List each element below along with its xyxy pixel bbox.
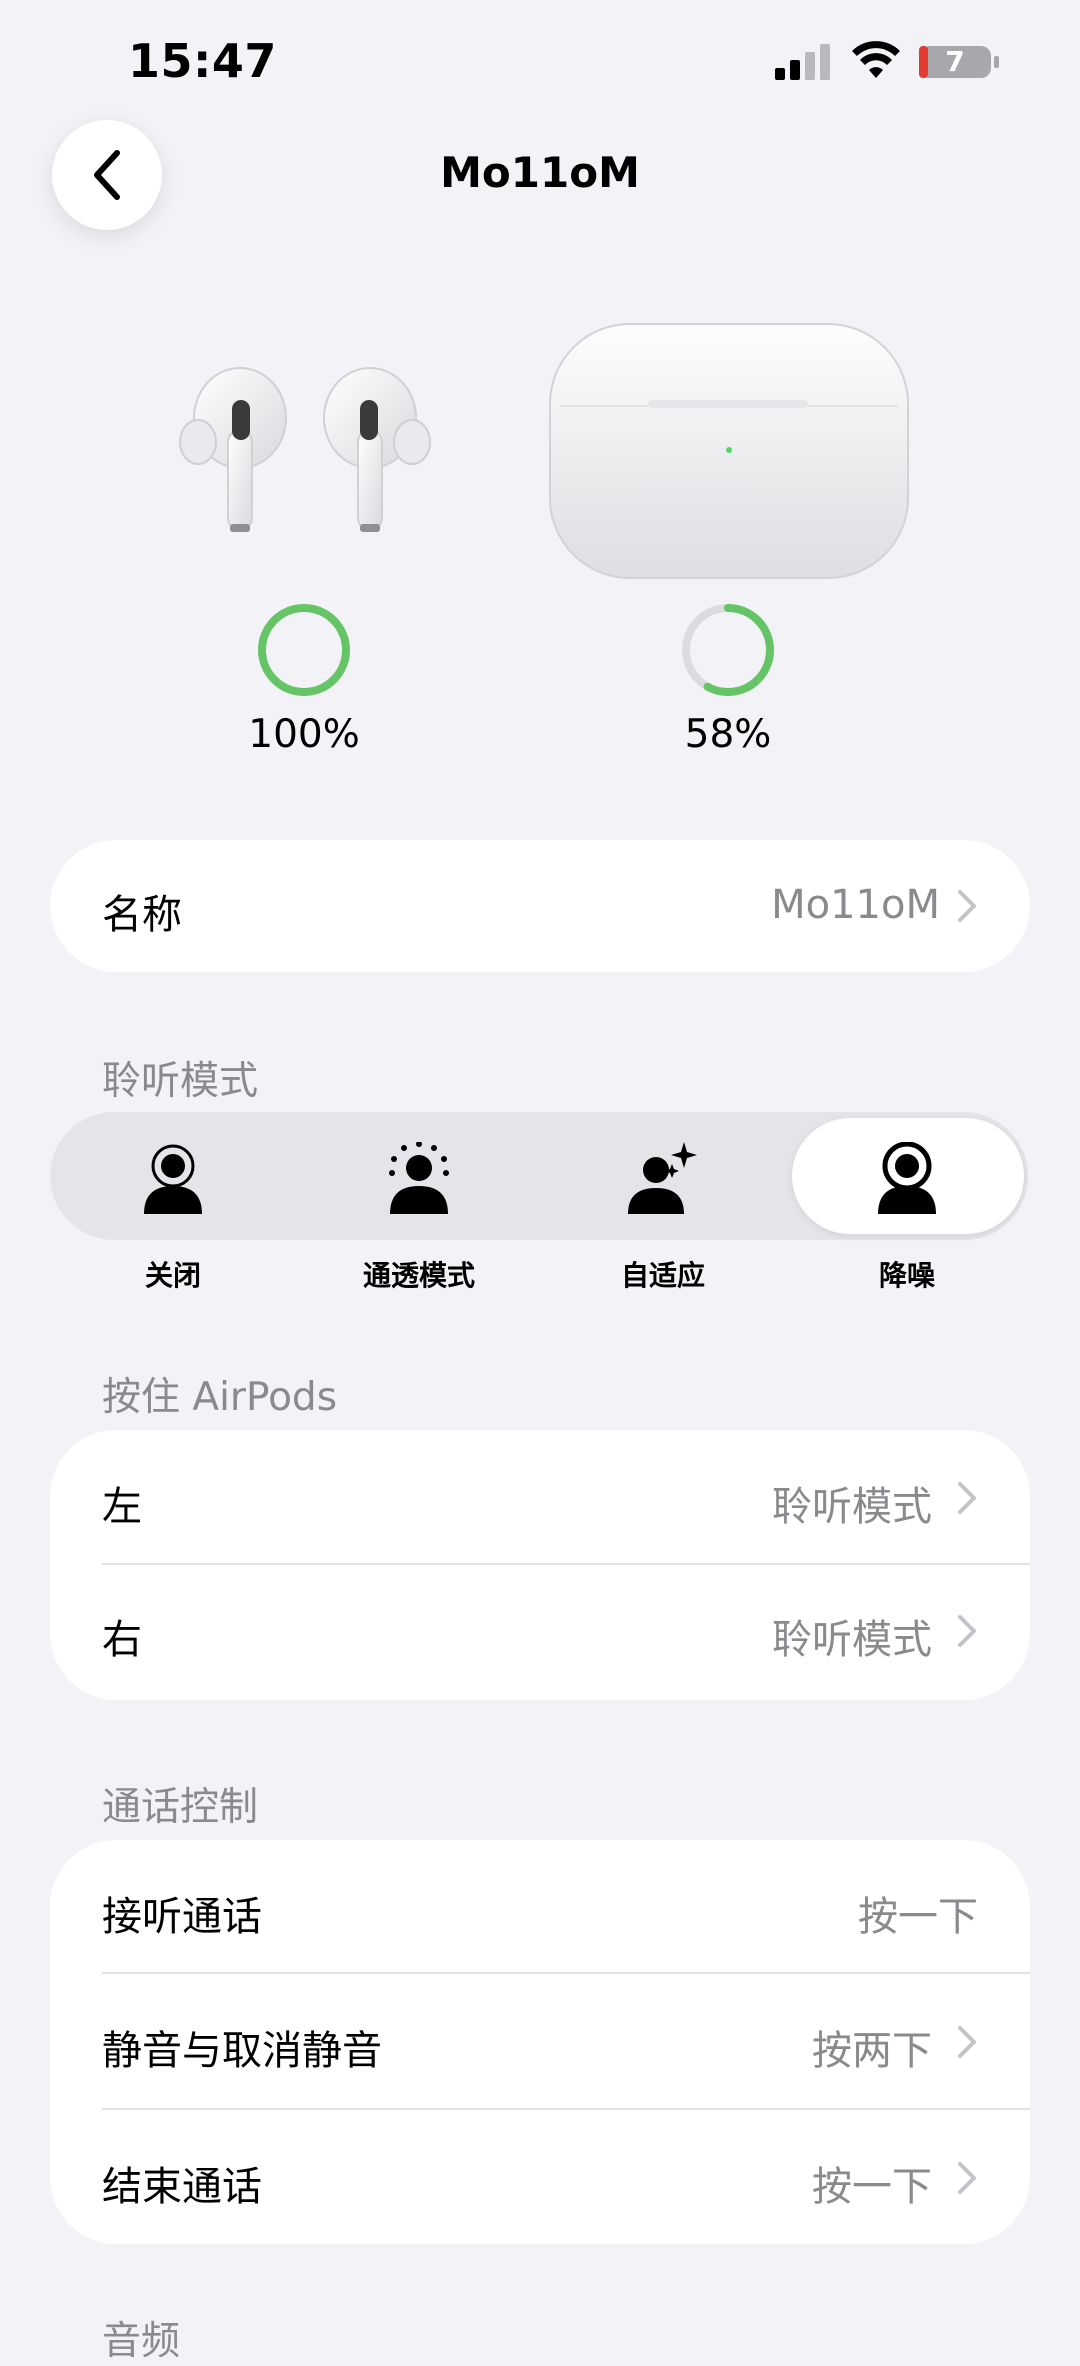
listening-mode-option-noise-cancellation[interactable]: 降噪 bbox=[804, 1120, 1010, 1300]
chevron-right-icon bbox=[958, 890, 976, 922]
press-hold-header: 按住 AirPods bbox=[102, 1375, 338, 1420]
row-label: 静音与取消静音 bbox=[102, 2028, 382, 2074]
person-noise-cancel-icon bbox=[878, 1142, 936, 1214]
name-label: 名称 bbox=[102, 892, 182, 938]
listening-mode-header: 聆听模式 bbox=[102, 1059, 259, 1104]
status-time: 15:47 bbox=[128, 34, 277, 88]
chevron-right-icon bbox=[958, 1482, 976, 1514]
row-label: 左 bbox=[102, 1484, 142, 1530]
chevron-right-icon bbox=[958, 2026, 976, 2058]
listening-mode-option-transparency[interactable]: 通透模式 bbox=[316, 1120, 522, 1300]
back-button[interactable] bbox=[52, 120, 162, 230]
person-sparkle-icon bbox=[628, 1142, 697, 1214]
airpods-case-image bbox=[549, 323, 909, 579]
end-call-row[interactable]: 结束通话 按一下 bbox=[50, 2110, 1030, 2244]
case-battery-ring bbox=[682, 604, 774, 696]
listening-mode-label-noise-cancellation: 降噪 bbox=[878, 1259, 935, 1292]
name-row[interactable]: 名称 Mo11oM bbox=[50, 840, 1030, 972]
name-value: Mo11oM bbox=[771, 882, 940, 928]
audio-section-header: 音频 bbox=[102, 2319, 181, 2364]
battery-icon: 7 bbox=[918, 42, 1000, 82]
call-controls-header: 通话控制 bbox=[102, 1785, 259, 1830]
person-transparency-icon bbox=[389, 1142, 449, 1214]
cellular-signal-icon bbox=[775, 44, 830, 80]
row-label: 结束通话 bbox=[102, 2164, 262, 2210]
chevron-right-icon bbox=[958, 1615, 976, 1647]
row-value: 按两下 bbox=[812, 2028, 932, 2074]
mute-unmute-row[interactable]: 静音与取消静音 按两下 bbox=[50, 1974, 1030, 2108]
earbuds-battery-percent: 100% bbox=[248, 712, 360, 757]
row-value: 聆听模式 bbox=[772, 1484, 932, 1530]
case-battery-percent: 58% bbox=[684, 712, 772, 757]
chevron-left-icon bbox=[94, 150, 120, 200]
listening-mode-label-adaptive: 自适应 bbox=[620, 1259, 705, 1292]
row-label: 接听通话 bbox=[102, 1894, 262, 1940]
press-hold-left-row[interactable]: 左 聆听模式 bbox=[50, 1430, 1030, 1564]
listening-mode-option-adaptive[interactable]: 自适应 bbox=[560, 1120, 766, 1300]
battery-level-text: 7 bbox=[945, 45, 965, 78]
row-label: 右 bbox=[102, 1617, 142, 1663]
listening-mode-option-off[interactable]: 关闭 bbox=[70, 1120, 276, 1300]
listening-mode-label-off: 关闭 bbox=[144, 1259, 201, 1292]
airpods-earbuds-image bbox=[179, 367, 431, 532]
press-hold-right-row[interactable]: 右 聆听模式 bbox=[50, 1565, 1030, 1699]
row-value: 按一下 bbox=[858, 1894, 978, 1940]
row-value: 按一下 bbox=[812, 2164, 932, 2210]
row-value: 聆听模式 bbox=[772, 1617, 932, 1663]
press-hold-card: 左 聆听模式 右 聆听模式 bbox=[50, 1430, 1030, 1700]
chevron-right-icon bbox=[958, 2162, 976, 2194]
page-title: Mo11oM bbox=[440, 148, 640, 197]
listening-mode-label-transparency: 通透模式 bbox=[362, 1259, 475, 1292]
call-controls-card: 接听通话 按一下 静音与取消静音 按两下 结束通话 按一下 bbox=[50, 1840, 1030, 2244]
earbuds-battery-ring bbox=[258, 604, 350, 696]
answer-call-row[interactable]: 接听通话 按一下 bbox=[50, 1840, 1030, 1972]
person-off-icon bbox=[144, 1144, 202, 1214]
wifi-icon bbox=[852, 41, 900, 78]
